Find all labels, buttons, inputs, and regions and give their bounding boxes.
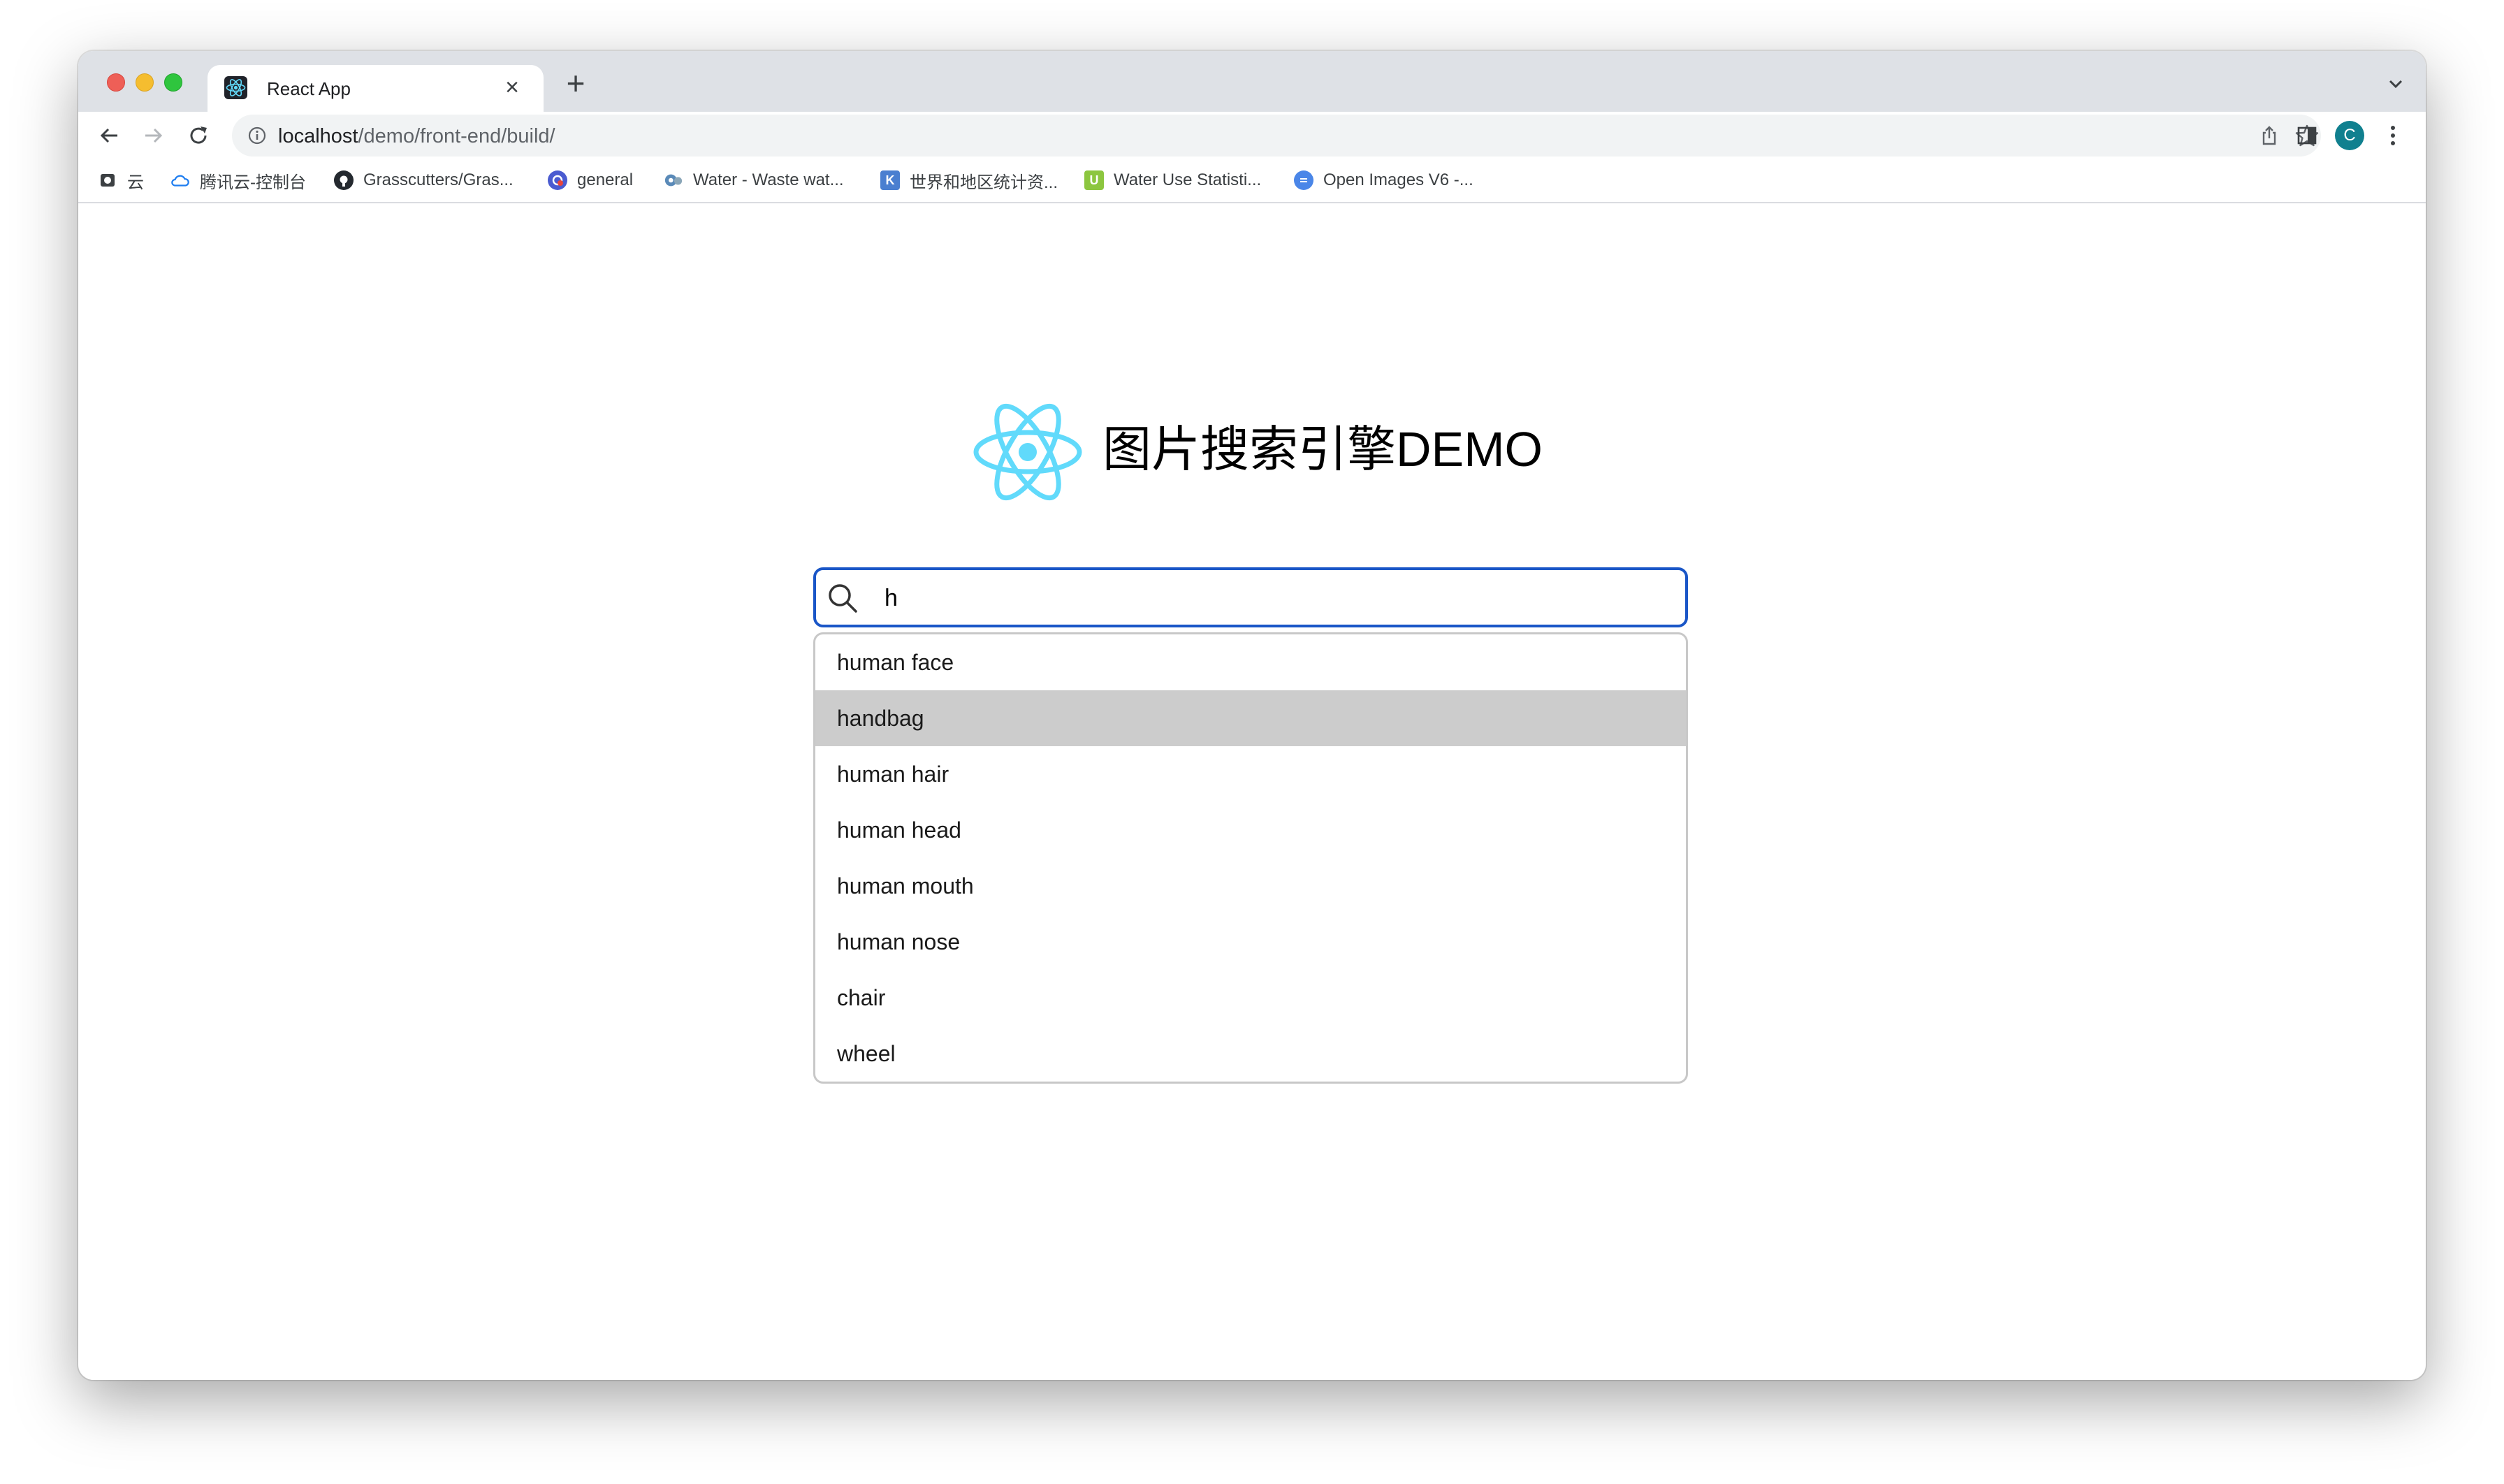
reload-icon <box>190 126 207 144</box>
url-path: /demo/front-end/build/ <box>358 125 555 147</box>
bookmark-label: general <box>577 170 634 189</box>
forward-arrow-icon <box>145 128 163 143</box>
back-button[interactable] <box>94 120 124 151</box>
more-menu-icon[interactable] <box>2382 122 2403 150</box>
page-title: 图片搜索引擎DEMO <box>1102 422 1543 477</box>
cloud-icon <box>170 170 190 190</box>
react-logo-icon <box>973 403 1082 501</box>
suggestion-item[interactable]: human hair <box>815 746 1686 802</box>
suggestion-item[interactable]: human nose <box>815 914 1686 970</box>
bookmark-label: 腾讯云-控制台 <box>200 173 306 192</box>
browser-toolbar: localhost/demo/front-end/build/ C <box>78 112 2426 159</box>
bookmark-item[interactable]: 云 <box>98 168 144 193</box>
bookmark-item[interactable]: Grasscutters/Gras... <box>334 168 514 193</box>
open-images-icon <box>1294 170 1313 190</box>
bookmark-label: Water Use Statisti... <box>1114 170 1262 189</box>
bookmark-item[interactable]: Water - Waste wat... <box>664 168 844 193</box>
search-icon <box>829 584 857 613</box>
bookmarks-bar: 云 腾讯云-控制台 Grasscutters/Gras... general W… <box>78 159 2426 203</box>
bookmark-label: Open Images V6 -... <box>1323 170 1473 189</box>
browser-window: React App × + localhost/demo/front-end/b… <box>78 51 2426 1380</box>
address-bar[interactable]: localhost/demo/front-end/build/ <box>232 115 2321 157</box>
share-icon[interactable] <box>2258 124 2280 147</box>
bookmark-item[interactable]: 腾讯云-控制台 <box>170 168 306 193</box>
globe-icon <box>664 170 683 190</box>
react-favicon-icon <box>224 76 247 99</box>
bookmark-item[interactable]: K 世界和地区统计资... <box>880 168 1058 193</box>
search-input[interactable] <box>885 580 1667 616</box>
tab-title: React App <box>267 78 351 99</box>
autocomplete-dropdown: human face handbag human hair human head… <box>813 632 1688 1084</box>
tab-close-icon[interactable]: × <box>498 73 526 101</box>
minimize-window-button[interactable] <box>136 73 154 92</box>
zoom-window-button[interactable] <box>164 73 182 92</box>
new-tab-button[interactable]: + <box>560 67 591 99</box>
suggestion-item[interactable]: human head <box>815 802 1686 858</box>
suggestion-item[interactable]: human mouth <box>815 858 1686 914</box>
back-arrow-icon <box>100 128 117 143</box>
side-panel-icon[interactable] <box>2294 123 2320 148</box>
suggestion-item[interactable]: human face <box>815 634 1686 690</box>
tab-strip: React App × + <box>78 51 2426 112</box>
page-content: 图片搜索引擎DEMO human face handbag human hair… <box>78 203 2426 1380</box>
close-window-button[interactable] <box>107 73 125 92</box>
search-box[interactable] <box>813 567 1688 627</box>
site-info-icon[interactable] <box>247 126 267 145</box>
bookmark-label: 云 <box>127 173 144 192</box>
suggestion-item[interactable]: chair <box>815 970 1686 1026</box>
suggestion-item-highlighted[interactable]: handbag <box>815 690 1686 746</box>
url-host: localhost <box>278 125 358 147</box>
general-icon <box>548 170 567 190</box>
tencent-icon <box>98 170 117 190</box>
profile-avatar[interactable]: C <box>2335 121 2364 150</box>
bookmark-item[interactable]: general <box>548 168 633 193</box>
tab-search-chevron-icon[interactable] <box>2384 72 2408 96</box>
tab-react-app[interactable]: React App × <box>208 65 544 112</box>
u-icon: U <box>1084 170 1104 190</box>
bookmark-label: 世界和地区统计资... <box>910 173 1058 192</box>
reload-button[interactable] <box>183 120 214 151</box>
suggestion-item[interactable]: wheel <box>815 1026 1686 1082</box>
address-url[interactable]: localhost/demo/front-end/build/ <box>278 124 555 148</box>
forward-button[interactable] <box>138 120 169 151</box>
k-icon: K <box>880 170 900 190</box>
bookmark-label: Water - Waste wat... <box>693 170 844 189</box>
bookmark-item[interactable]: Open Images V6 -... <box>1294 168 1473 193</box>
bookmark-label: Grasscutters/Gras... <box>363 170 514 189</box>
bookmark-item[interactable]: U Water Use Statisti... <box>1084 168 1261 193</box>
github-icon <box>334 170 354 190</box>
